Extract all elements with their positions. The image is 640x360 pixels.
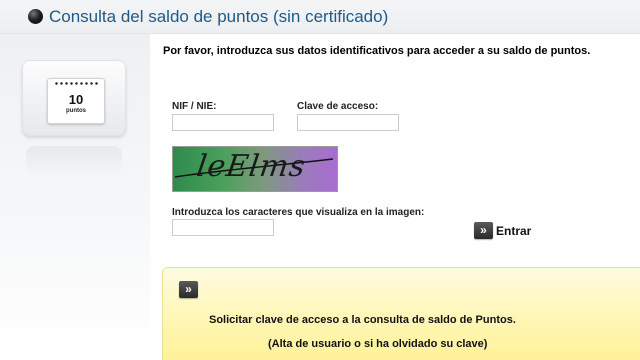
points-card-unit: puntos	[66, 108, 86, 114]
page: Consulta del saldo de puntos (sin certif…	[0, 0, 640, 360]
page-title: Consulta del saldo de puntos (sin certif…	[49, 7, 389, 26]
badge-reflection	[26, 146, 122, 176]
captcha-label: Introduzca los caracteres que visualiza …	[172, 207, 425, 218]
points-card-number: 10	[68, 92, 84, 107]
bullet-icon	[28, 9, 43, 24]
request-key-link[interactable]: Solicitar clave de acceso a la consulta …	[209, 314, 516, 326]
page-header: Consulta del saldo de puntos (sin certif…	[0, 0, 640, 34]
captcha-image: leElms	[172, 146, 338, 192]
card-dots	[54, 81, 100, 86]
request-arrow-button[interactable]: »	[179, 281, 198, 298]
enter-button-label[interactable]: Entrar	[496, 224, 531, 238]
nif-label: NIF / NIE:	[172, 101, 217, 112]
request-key-subtitle: (Alta de usuario o si ha olvidado su cla…	[268, 338, 488, 350]
points-card-icon: 10 puntos	[47, 78, 105, 124]
password-input[interactable]	[297, 114, 399, 131]
captcha-input[interactable]	[172, 219, 274, 236]
password-label: Clave de acceso:	[297, 101, 379, 112]
enter-arrow-button[interactable]: »	[474, 222, 493, 239]
captcha-text: leElms	[194, 149, 309, 184]
nif-input[interactable]	[172, 114, 274, 131]
intro-text: Por favor, introduzca sus datos identifi…	[163, 45, 591, 57]
request-key-box: » Solicitar clave de acceso a la consult…	[162, 267, 640, 360]
